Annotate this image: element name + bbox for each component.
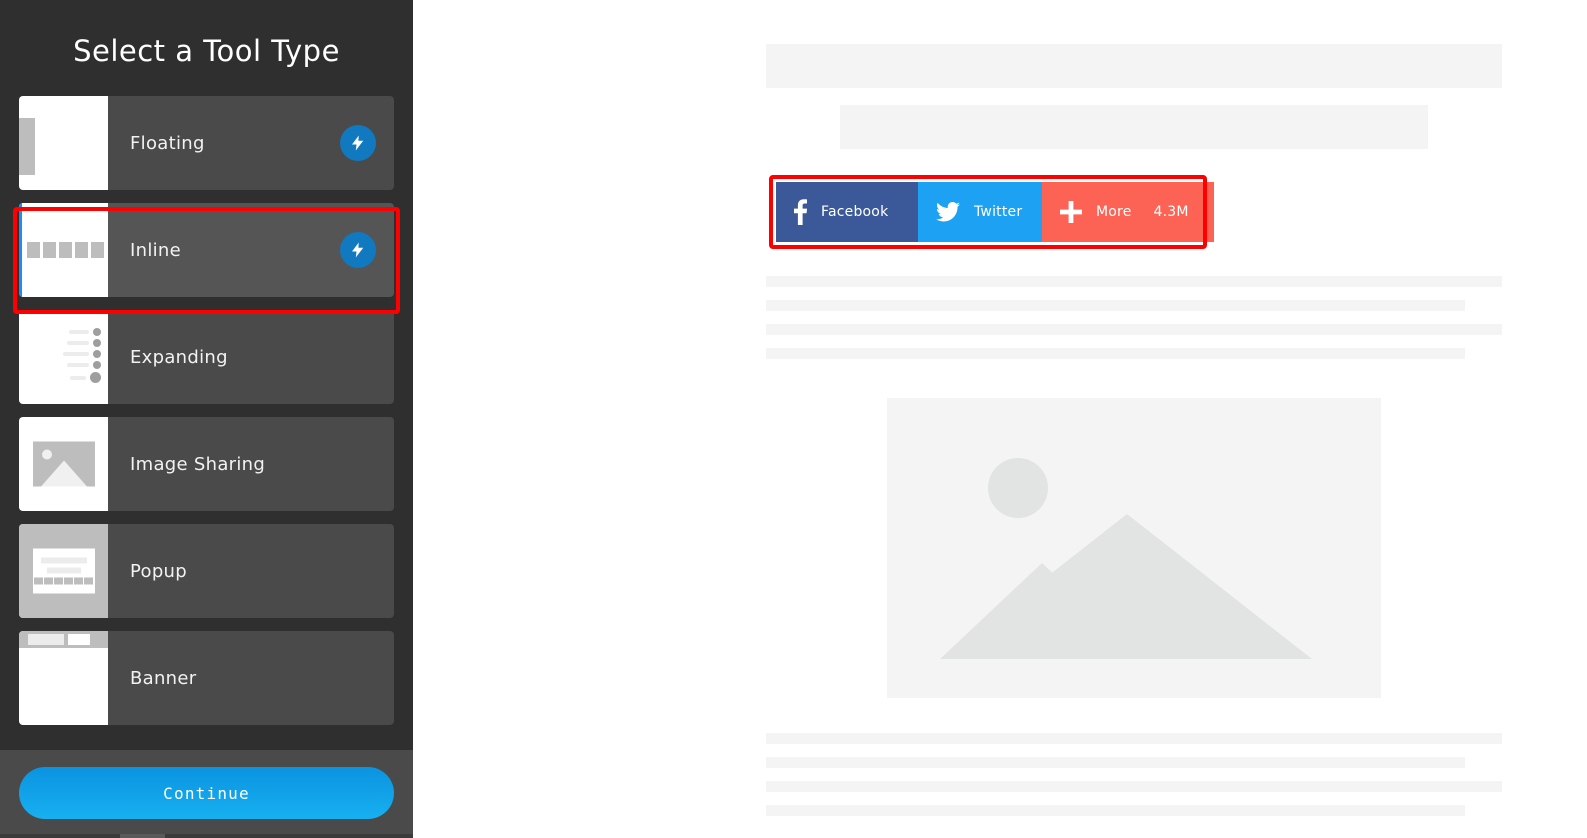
share-button-facebook[interactable]: Facebook	[776, 182, 918, 242]
inline-thumb-icon	[19, 203, 108, 297]
placeholder-image-block	[887, 398, 1381, 698]
sidebar-item-popup[interactable]: Popup	[19, 524, 394, 618]
sidebar-item-label: Expanding	[130, 346, 228, 368]
sidebar-item-floating[interactable]: Floating	[19, 96, 394, 190]
facebook-icon	[794, 199, 807, 225]
placeholder-text-line	[766, 348, 1465, 359]
share-button-label: More	[1096, 204, 1132, 220]
banner-thumb-icon	[19, 631, 108, 725]
share-button-label: Facebook	[821, 204, 889, 220]
image-thumb-icon	[19, 417, 108, 511]
tool-type-list: Floating Inline Expanding Image Sharing …	[0, 96, 413, 738]
lightning-bolt-icon	[340, 125, 376, 161]
share-count: 4.3M	[1153, 204, 1189, 220]
placeholder-text-line	[766, 300, 1465, 311]
sidebar: Select a Tool Type Floating Inline Expan…	[0, 0, 413, 838]
continue-button[interactable]: Continue	[19, 767, 394, 819]
footer-scroll-nub[interactable]	[120, 834, 165, 838]
sidebar-footer: Continue	[0, 750, 413, 838]
footer-strip	[0, 834, 413, 838]
share-button-label: Twitter	[974, 204, 1023, 220]
placeholder-text-line	[766, 276, 1502, 287]
share-bar: Facebook Twitter More 4.3M	[776, 182, 1214, 242]
sidebar-item-label: Banner	[130, 667, 197, 689]
placeholder-text-line	[766, 781, 1502, 792]
plus-icon	[1060, 201, 1082, 223]
tool-type-selector-screen: Select a Tool Type Floating Inline Expan…	[0, 0, 1587, 838]
sidebar-item-label: Image Sharing	[130, 453, 266, 475]
placeholder-text-line	[766, 757, 1465, 768]
sidebar-item-banner[interactable]: Banner	[19, 631, 394, 725]
share-button-twitter[interactable]: Twitter	[918, 182, 1042, 242]
placeholder-text-line	[766, 324, 1502, 335]
placeholder-subheader-block	[840, 105, 1428, 149]
sidebar-item-image-sharing[interactable]: Image Sharing	[19, 417, 394, 511]
share-button-more[interactable]: More 4.3M	[1042, 182, 1214, 242]
sidebar-item-inline[interactable]: Inline	[19, 203, 394, 297]
floating-thumb-icon	[19, 96, 108, 190]
sidebar-item-expanding[interactable]: Expanding	[19, 310, 394, 404]
popup-thumb-icon	[19, 524, 108, 618]
placeholder-text-line	[766, 733, 1502, 744]
expanding-thumb-icon	[19, 310, 108, 404]
page-title: Select a Tool Type	[73, 34, 340, 68]
lightning-bolt-icon	[340, 232, 376, 268]
sidebar-item-label: Popup	[130, 560, 187, 582]
placeholder-header-block	[766, 44, 1502, 88]
placeholder-text-line	[766, 805, 1465, 816]
twitter-icon	[936, 202, 960, 222]
